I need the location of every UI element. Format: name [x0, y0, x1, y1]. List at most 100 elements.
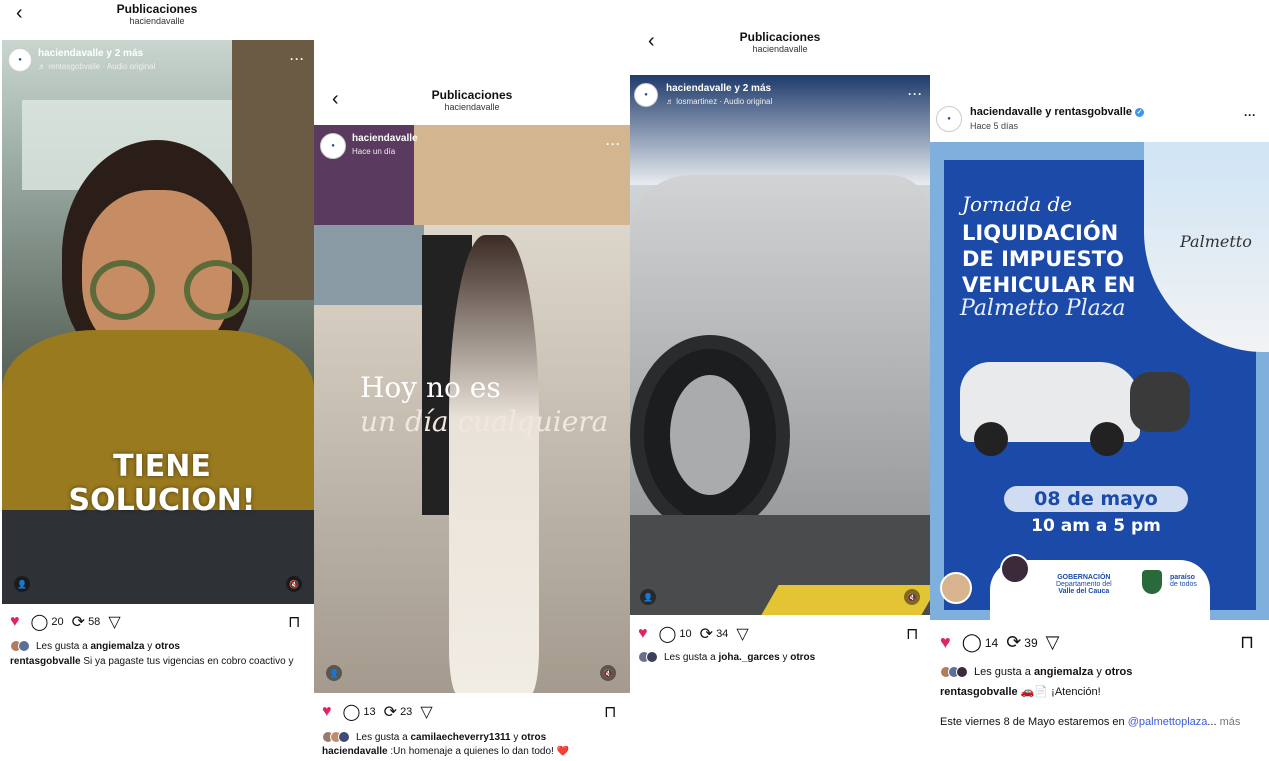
header-subtitle: haciendavalle — [129, 16, 185, 26]
repost-count: 39 — [1024, 635, 1038, 650]
caption-user[interactable]: rentasgobvalle — [940, 686, 1018, 698]
overlay-username[interactable]: haciendavalle — [352, 133, 418, 144]
like-heart-icon[interactable]: ♥ — [10, 613, 20, 631]
reel-video[interactable]: ● haciendavalle y 2 más ♬ rentasgobvalle… — [2, 40, 314, 604]
likes-user[interactable]: joha._garces — [719, 652, 780, 663]
more-options-icon[interactable]: ··· — [290, 52, 305, 66]
poster-image[interactable]: Palmetto Jornada de LIQUIDACIÓN DE IMPUE… — [930, 142, 1269, 620]
likes-user[interactable]: angiemalza — [1034, 666, 1093, 678]
likes-user[interactable]: camilaecheverry1311 — [411, 732, 511, 743]
likes-user[interactable]: angiemalza — [91, 641, 145, 652]
account-avatar[interactable]: ● — [8, 48, 32, 72]
more-options-icon[interactable]: ··· — [1244, 108, 1256, 122]
caption: haciendavalle :Un homenaje a quienes lo … — [322, 746, 622, 758]
more-options-icon[interactable]: ··· — [606, 137, 621, 151]
tagged-people-icon[interactable]: 👤 — [326, 665, 342, 681]
overlay-username[interactable]: haciendavalle y 2 más — [666, 83, 771, 94]
repost-count: 58 — [88, 616, 101, 628]
caption-text: Si ya pagaste tus vigencias en cobro coa… — [83, 656, 294, 666]
person-front — [449, 235, 539, 693]
comment-icon[interactable]: ◯ — [659, 624, 677, 644]
account-avatar[interactable]: ● — [320, 133, 346, 159]
mall-sign: Palmetto — [1180, 232, 1252, 251]
more-options-icon[interactable]: ··· — [908, 87, 923, 101]
collaborator-avatar[interactable] — [940, 572, 972, 604]
likes-row[interactable]: Les gusta a joha._garces y otros — [638, 651, 815, 663]
post-time: Hace 5 días — [970, 121, 1019, 131]
likes-row[interactable]: Les gusta a angiemalza y otros — [10, 640, 180, 652]
share-icon[interactable]: ▽ — [1046, 632, 1060, 653]
repost-count: 23 — [400, 706, 413, 718]
comment-count: 14 — [984, 635, 999, 650]
gob-title: GOBERNACIÓN — [1057, 574, 1111, 581]
header-subtitle: haciendavalle — [752, 44, 808, 54]
poster-headline: LIQUIDACIÓN DE IMPUESTO VEHICULAR EN — [962, 220, 1136, 298]
collaborator-avatar[interactable] — [1000, 554, 1030, 584]
share-icon[interactable]: ▽ — [420, 702, 432, 722]
overlay-line-1: Hoy no es — [360, 371, 501, 404]
bookmark-icon[interactable]: ⊓ — [604, 702, 616, 722]
repost-icon[interactable]: ⟳ — [1006, 632, 1021, 653]
motorcycle-illustration — [1130, 372, 1190, 432]
caption-user[interactable]: haciendavalle — [322, 746, 388, 757]
repost-icon[interactable]: ⟳ — [72, 612, 85, 632]
poster-line-2: DE IMPUESTO — [962, 247, 1124, 271]
paraiso-2: de todos — [1170, 581, 1197, 588]
car-wheel — [1090, 422, 1124, 456]
comment-count: 13 — [363, 706, 376, 718]
overlay-line-1: TIENE — [113, 449, 211, 484]
tagged-people-icon[interactable]: 👤 — [14, 576, 30, 592]
reel-video[interactable]: ● haciendavalle Hace un día ··· Hoy no e… — [314, 125, 630, 693]
like-heart-icon[interactable]: ♥ — [322, 703, 332, 721]
account-avatar[interactable]: ● — [936, 106, 962, 132]
like-heart-icon[interactable]: ♥ — [940, 632, 951, 653]
share-icon[interactable]: ▽ — [108, 612, 120, 632]
like-heart-icon[interactable]: ♥ — [638, 625, 648, 643]
caption-more-link[interactable]: más — [1220, 716, 1241, 728]
comment-icon[interactable]: ◯ — [962, 632, 982, 653]
bookmark-icon[interactable]: ⊓ — [906, 624, 918, 644]
share-icon[interactable]: ▽ — [736, 624, 748, 644]
likes-and: y — [1096, 666, 1102, 678]
caption-mention[interactable]: @palmettoplaza — [1128, 716, 1208, 728]
mute-icon[interactable]: 🔇 — [286, 576, 302, 592]
caption-user[interactable]: rentasgobvalle — [10, 656, 81, 666]
caption-text: :Un homenaje a quienes lo dan todo! ❤️ — [390, 746, 570, 757]
paraiso-logo: paraíso de todos — [1170, 574, 1197, 588]
repost-icon[interactable]: ⟳ — [384, 702, 397, 722]
action-bar: ♥ ◯ 14 ⟳ 39 ▽ — [940, 632, 1063, 653]
likes-prefix: Les gusta a — [356, 731, 408, 743]
reel-video[interactable]: ● haciendavalle y 2 más ♬ losmartinez · … — [630, 75, 930, 615]
caption-ellipsis: ... — [1207, 716, 1217, 728]
bookmark-icon[interactable]: ⊓ — [288, 612, 300, 632]
comment-count: 20 — [51, 616, 64, 628]
glasses-right — [184, 260, 249, 320]
overlay-caption: TIENE SOLUCION! — [42, 450, 282, 518]
mute-icon[interactable]: 🔇 — [600, 665, 616, 681]
car-wheel — [974, 422, 1008, 456]
comment-icon[interactable]: ◯ — [343, 702, 361, 722]
likes-row[interactable]: Les gusta a camilaecheverry1311 y otros — [322, 731, 546, 743]
background-ceiling — [414, 125, 630, 225]
likes-others[interactable]: otros — [790, 652, 815, 663]
overlay-line-2: un día cualquiera — [360, 405, 609, 438]
likes-others[interactable]: otros — [1105, 666, 1133, 678]
account-avatar[interactable]: ● — [634, 83, 658, 107]
likes-row[interactable]: Les gusta a angiemalza y otros — [940, 666, 1132, 678]
overlay-username[interactable]: haciendavalle y 2 más — [38, 48, 143, 59]
bookmark-icon[interactable]: ⊓ — [1240, 632, 1254, 653]
comment-icon[interactable]: ◯ — [31, 612, 49, 632]
mute-icon[interactable]: 🔇 — [904, 589, 920, 605]
action-bar: ♥ ◯ 20 ⟳ 58 ▽ — [10, 612, 124, 632]
poster-script-1: Jornada de — [962, 192, 1073, 216]
likes-others[interactable]: otros — [521, 732, 546, 743]
post-username[interactable]: haciendavalle y rentasgobvalle ✓ — [970, 106, 1145, 118]
repost-icon[interactable]: ⟳ — [700, 624, 713, 644]
tagged-people-icon[interactable]: 👤 — [640, 589, 656, 605]
overlay-audio[interactable]: ♬ losmartinez · Audio original — [666, 97, 772, 106]
overlay-audio[interactable]: ♬ rentasgobvalle · Audio original — [38, 62, 155, 71]
likes-and: y — [147, 640, 153, 652]
post-username-text[interactable]: haciendavalle y rentasgobvalle — [970, 106, 1132, 118]
background-glass — [314, 225, 424, 305]
likes-others[interactable]: otros — [155, 641, 180, 652]
